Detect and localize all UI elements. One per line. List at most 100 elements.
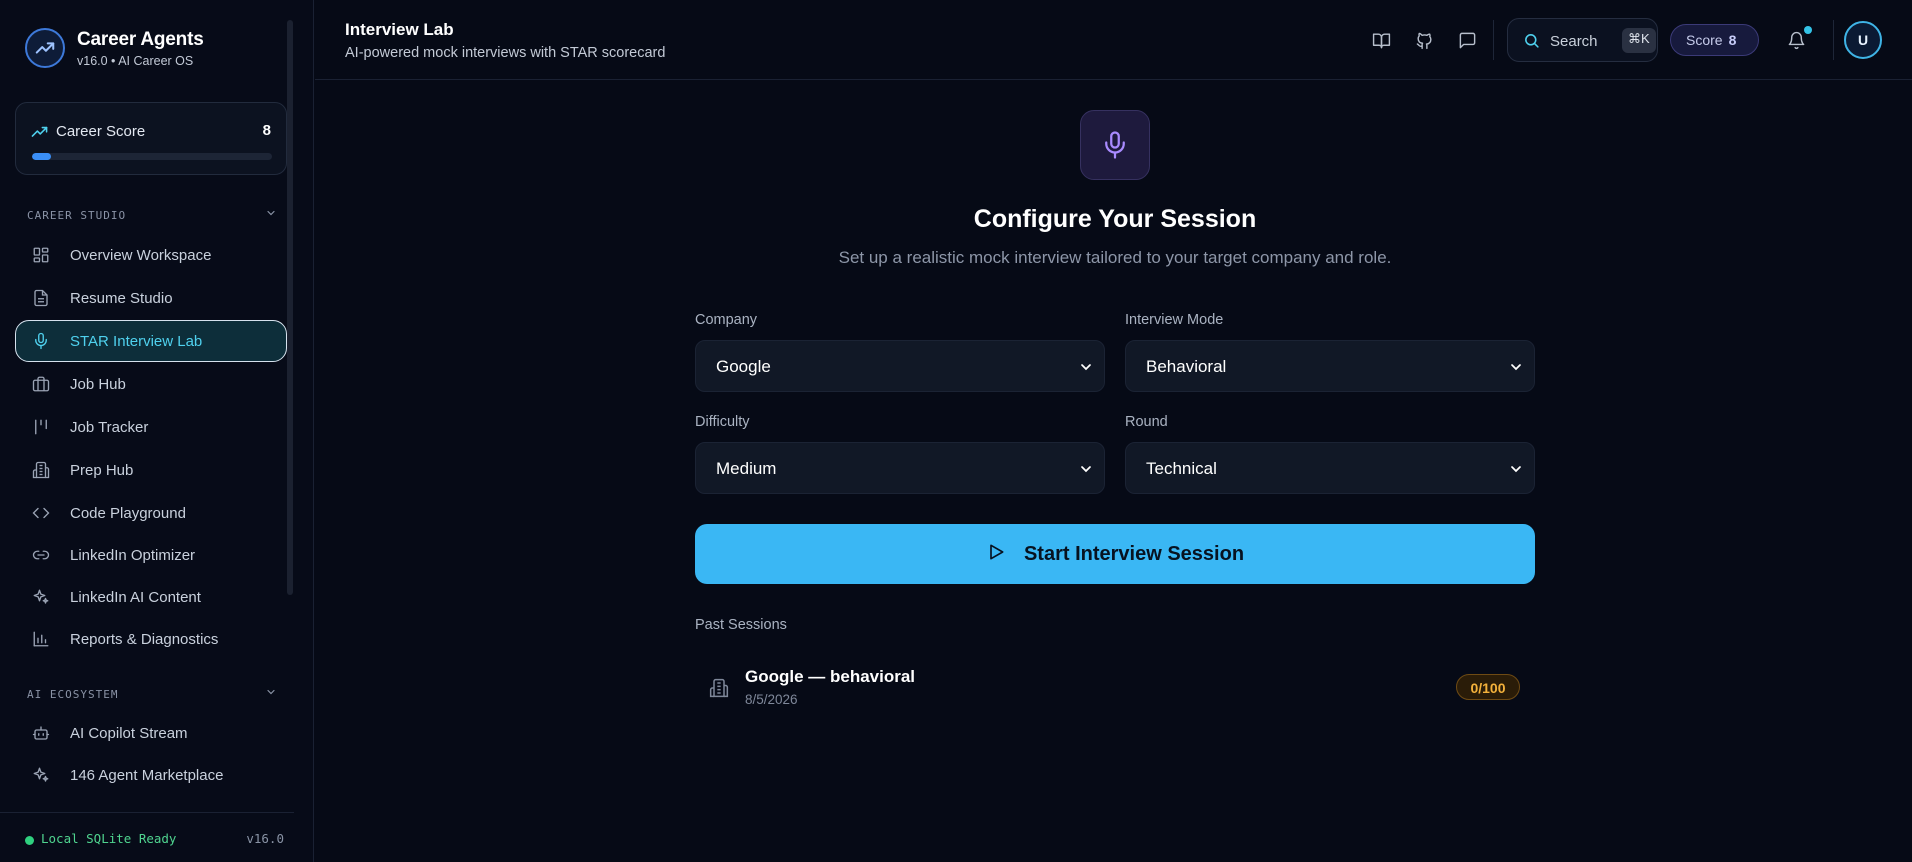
start-interview-label: Start Interview Session [1023, 542, 1245, 565]
difficulty-value: Medium [716, 459, 777, 478]
sidebar-item-linkedin-ai-content[interactable]: LinkedIn AI Content [15, 576, 287, 618]
sidebar-item-label: 146 Agent Marketplace [70, 766, 224, 784]
search-icon [1523, 32, 1540, 54]
search-label: Search [1550, 33, 1598, 50]
past-sessions-title: Past Sessions [695, 617, 787, 633]
chevron-down-icon [1078, 359, 1094, 380]
chevron-down-icon [265, 686, 277, 701]
message-icon[interactable] [1455, 28, 1479, 52]
brand[interactable]: Career Agents v16.0 • AI Career OS [25, 28, 204, 68]
sidebar-item-overview-workspace[interactable]: Overview Workspace [15, 234, 287, 276]
chevron-down-icon [1508, 461, 1524, 482]
top-header: Interview Lab AI-powered mock interviews… [315, 0, 1912, 80]
sparkle-icon [31, 765, 51, 785]
company-select-value: Google [716, 357, 771, 376]
sidebar-item-ai-copilot-stream[interactable]: AI Copilot Stream [15, 712, 287, 754]
mic-icon [31, 331, 51, 351]
mic-icon [1080, 110, 1150, 180]
sidebar-item-label: Code Playground [70, 504, 186, 522]
code-icon [31, 503, 51, 523]
sidebar-item-label: Prep Hub [70, 461, 134, 479]
sidebar-item-label: Job Tracker [70, 418, 149, 436]
chevron-down-icon [1078, 461, 1094, 482]
bot-icon [31, 723, 51, 743]
sidebar-item-code-playground[interactable]: Code Playground [15, 492, 287, 534]
status-dot [25, 836, 34, 845]
session-date: 8/5/2026 [745, 692, 798, 707]
sidebar-item-label: Resume Studio [70, 289, 173, 307]
sidebar: Career Agents v16.0 • AI Career OS Caree… [0, 0, 314, 862]
sidebar-footer: Local SQLite Ready v16.0 [0, 812, 294, 862]
page-subtitle: AI-powered mock interviews with STAR sco… [345, 45, 666, 61]
search-shortcut: ⌘K [1622, 28, 1656, 53]
db-status-text: Local SQLite Ready [41, 831, 177, 846]
bar-chart-icon [31, 629, 51, 649]
score-pill-label: Score [1686, 32, 1723, 48]
sidebar-item-label: LinkedIn AI Content [70, 588, 201, 606]
config-title: Configure Your Session [973, 205, 1257, 233]
section-ai-ecosystem[interactable]: AI ECOSYSTEM [27, 688, 277, 701]
sidebar-item-prep-hub[interactable]: Prep Hub [15, 449, 287, 491]
interview-mode-label: Interview Mode [1125, 312, 1224, 328]
trending-up-icon [31, 124, 48, 146]
sparkle-icon [31, 587, 51, 607]
score-pill-value: 8 [1728, 32, 1737, 48]
building-icon [709, 678, 729, 703]
career-score-label: Career Score [56, 123, 146, 140]
company-label: Company [695, 312, 758, 328]
page-title: Interview Lab [345, 20, 454, 39]
section-career-studio-label: CAREER STUDIO [27, 209, 127, 222]
sidebar-item-job-tracker[interactable]: Job Tracker [15, 406, 287, 448]
sidebar-scrollbar[interactable] [287, 20, 293, 595]
brand-name: Career Agents [77, 28, 204, 50]
career-score-value: 8 [262, 122, 271, 139]
notification-dot [1804, 26, 1812, 34]
user-avatar[interactable]: U [1844, 21, 1882, 59]
company-select[interactable]: Google [695, 340, 1105, 392]
round-value: Technical [1146, 459, 1217, 478]
sidebar-item-linkedin-optimizer[interactable]: LinkedIn Optimizer [15, 534, 287, 576]
sidebar-item-label: LinkedIn Optimizer [70, 546, 196, 564]
book-icon[interactable] [1369, 28, 1393, 52]
score-pill[interactable]: Score 8 [1670, 24, 1759, 56]
sidebar-item-label: Reports & Diagnostics [70, 630, 219, 648]
chevron-down-icon [1508, 359, 1524, 380]
search-button[interactable]: Search ⌘K [1507, 18, 1658, 62]
section-ai-ecosystem-label: AI ECOSYSTEM [27, 688, 119, 701]
brand-subtitle: v16.0 • AI Career OS [77, 53, 194, 68]
building-icon [31, 460, 51, 480]
sidebar-item-reports-diagnostics[interactable]: Reports & Diagnostics [15, 618, 287, 660]
document-icon [31, 288, 51, 308]
career-score-progress-fill [32, 153, 52, 160]
session-name: Google — behavioral [745, 667, 916, 686]
start-interview-button[interactable]: Start Interview Session [695, 524, 1535, 584]
interview-mode-select[interactable]: Behavioral [1125, 340, 1535, 392]
sidebar-item-label: AI Copilot Stream [70, 724, 188, 742]
chevron-down-icon [265, 207, 277, 222]
briefcase-icon [31, 374, 51, 394]
career-score-card[interactable]: Career Score 8 [15, 102, 287, 175]
github-icon[interactable] [1412, 28, 1436, 52]
sidebar-item-job-hub[interactable]: Job Hub [15, 363, 287, 405]
grid-icon [31, 245, 51, 265]
difficulty-select[interactable]: Medium [695, 442, 1105, 494]
config-subtitle: Set up a realistic mock interview tailor… [838, 248, 1392, 267]
session-score-badge: 0/100 [1456, 674, 1520, 700]
sidebar-item-agent-marketplace[interactable]: 146 Agent Marketplace [15, 754, 287, 796]
list-item[interactable]: Google — behavioral 8/5/2026 0/100 [695, 650, 1535, 725]
section-career-studio[interactable]: CAREER STUDIO [27, 209, 277, 222]
sidebar-item-label: Job Hub [70, 375, 126, 393]
kanban-icon [31, 417, 51, 437]
career-score-progress [32, 153, 272, 160]
sidebar-item-star-interview-lab[interactable]: STAR Interview Lab [15, 320, 287, 362]
round-label: Round [1125, 414, 1168, 430]
trend-logo-icon [25, 28, 65, 68]
interview-mode-value: Behavioral [1146, 357, 1227, 376]
sidebar-item-label: STAR Interview Lab [70, 332, 203, 350]
round-select[interactable]: Technical [1125, 442, 1535, 494]
header-divider [1493, 20, 1494, 60]
header-divider [1833, 20, 1834, 60]
footer-version: v16.0 [246, 831, 284, 846]
sidebar-item-resume-studio[interactable]: Resume Studio [15, 277, 287, 319]
difficulty-label: Difficulty [695, 414, 750, 430]
